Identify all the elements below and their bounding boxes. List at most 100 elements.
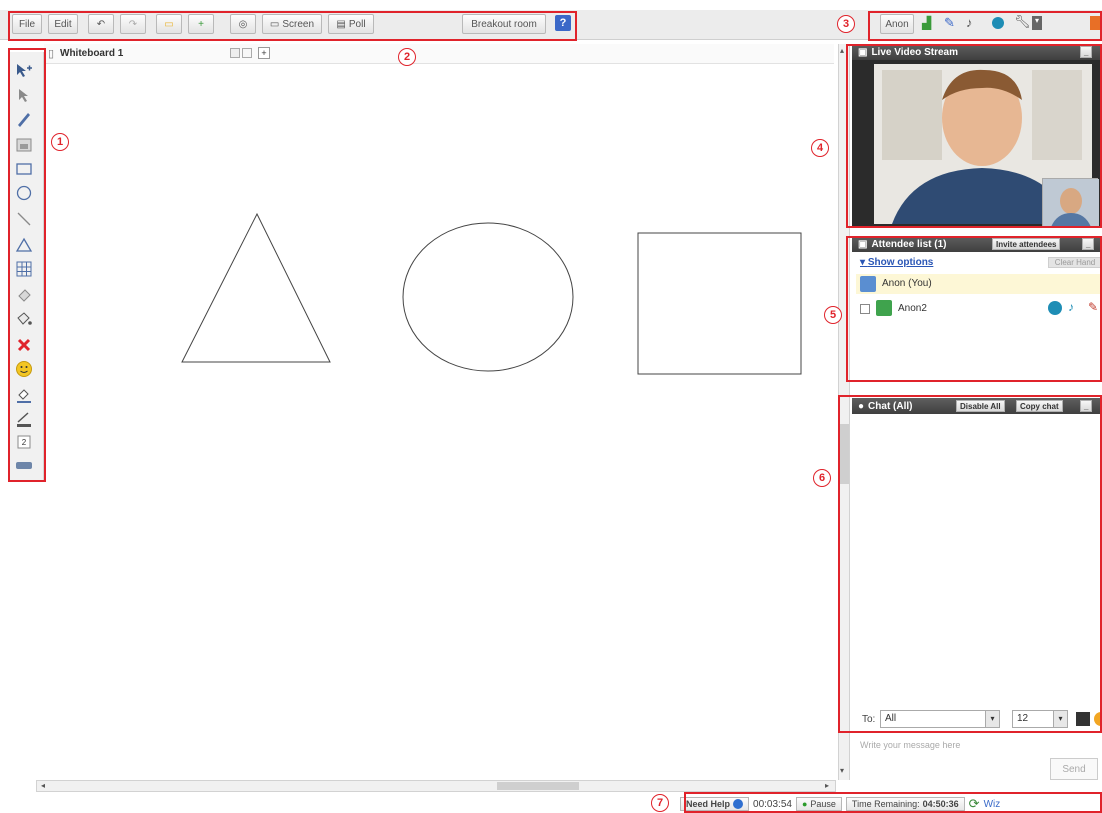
signal-icon[interactable]: ▟ bbox=[922, 16, 931, 30]
chat-icon: ● bbox=[858, 400, 865, 412]
callout-4: 4 bbox=[811, 139, 829, 157]
settings-dropdown-icon[interactable]: ▾ bbox=[1032, 16, 1042, 30]
callout-7: 7 bbox=[651, 794, 669, 812]
status-bar: Need Help 00:03:54 ● Pause Time Remaining… bbox=[680, 795, 1102, 813]
scroll-up-icon[interactable]: ▴ bbox=[840, 46, 844, 55]
attendee-row-other[interactable]: Anon2 ♪ ✎ bbox=[856, 298, 1102, 320]
pause-button[interactable]: ● Pause bbox=[795, 797, 842, 811]
scroll-thumb[interactable] bbox=[497, 782, 579, 790]
edit-menu-button[interactable]: Edit bbox=[48, 14, 78, 34]
minimize-chat-button[interactable]: _ bbox=[1080, 400, 1093, 412]
add-page-icon: + bbox=[198, 18, 204, 30]
scroll-right-icon[interactable]: ▸ bbox=[825, 781, 829, 790]
elapsed-time: 00:03:54 bbox=[753, 798, 792, 810]
fill-color-icon[interactable] bbox=[13, 384, 35, 406]
ellipse-icon[interactable] bbox=[13, 182, 35, 204]
record-button[interactable]: ◎ bbox=[230, 14, 256, 34]
video-panel-title: Live Video Stream bbox=[871, 46, 958, 58]
image-icon[interactable] bbox=[13, 134, 35, 156]
emoticon-picker-icon[interactable] bbox=[1094, 712, 1102, 726]
attendee-webcam-icon[interactable] bbox=[1048, 301, 1062, 315]
callout-6: 6 bbox=[813, 469, 831, 487]
whiteboard-canvas[interactable] bbox=[44, 64, 834, 776]
rectangle-icon[interactable] bbox=[13, 158, 35, 180]
callout-3: 3 bbox=[837, 15, 855, 33]
microphone-icon[interactable]: ♪ bbox=[966, 15, 973, 30]
scroll-down-icon[interactable]: ▾ bbox=[840, 766, 844, 775]
minimize-attendees-button[interactable]: _ bbox=[1082, 238, 1095, 250]
eraser-icon[interactable] bbox=[13, 284, 35, 306]
pointer-move-icon[interactable] bbox=[13, 60, 35, 82]
chat-message-input[interactable]: Write your message here bbox=[852, 734, 1032, 778]
folder-icon: ▭ bbox=[164, 18, 174, 30]
exit-icon[interactable] bbox=[1090, 16, 1102, 30]
text-color-icon[interactable] bbox=[1076, 712, 1090, 726]
chat-message-area[interactable] bbox=[852, 414, 1102, 704]
pen-icon[interactable]: ✎ bbox=[944, 15, 955, 31]
share-screen-button[interactable]: ▭ Screen bbox=[262, 14, 322, 34]
triangle-shape[interactable] bbox=[181, 212, 331, 363]
chat-recipient-dropdown-icon[interactable]: ▾ bbox=[985, 711, 999, 727]
chat-panel-header: ● Chat (All) Disable All Copy chat _ bbox=[852, 398, 1102, 414]
ellipse-shape[interactable] bbox=[402, 222, 574, 372]
screen-icon: ▭ bbox=[269, 18, 280, 30]
video-stream-area[interactable] bbox=[852, 60, 1102, 228]
minimize-video-button[interactable]: _ bbox=[1080, 46, 1093, 58]
copy-chat-button[interactable]: Copy chat bbox=[1016, 400, 1063, 412]
whiteboard-horizontal-scrollbar[interactable]: ◂ ▸ bbox=[36, 780, 836, 792]
minimize-whiteboard-icon[interactable] bbox=[230, 48, 240, 58]
attendee-row-self[interactable]: Anon (You) bbox=[856, 274, 1102, 294]
pause-dot-icon: ● bbox=[801, 799, 808, 809]
open-folder-button[interactable]: ▭ bbox=[156, 14, 182, 34]
triangle-icon[interactable] bbox=[13, 234, 35, 256]
user-name-button[interactable]: Anon bbox=[880, 14, 914, 34]
drawing-tools-palette: 2 bbox=[10, 52, 44, 480]
show-options-link[interactable]: ▾ Show options bbox=[860, 257, 933, 268]
wiz-link[interactable]: Wiz bbox=[984, 799, 1001, 810]
disable-all-button[interactable]: Disable All bbox=[956, 400, 1005, 412]
attendee-microphone-icon[interactable]: ♪ bbox=[1068, 300, 1074, 314]
attendee-pen-icon[interactable]: ✎ bbox=[1088, 300, 1098, 314]
self-avatar-icon bbox=[860, 276, 876, 292]
undo-button[interactable]: ↶ bbox=[88, 14, 114, 34]
collapse-tools-icon[interactable] bbox=[13, 454, 35, 476]
clear-hands-button[interactable]: Clear Hand bbox=[1048, 257, 1102, 268]
attendees-icon: ▣ bbox=[858, 238, 868, 250]
add-page-button[interactable]: + bbox=[188, 14, 214, 34]
webcam-icon[interactable] bbox=[992, 17, 1004, 29]
line-width-icon[interactable]: 2 bbox=[13, 432, 35, 454]
chat-to-label: To: bbox=[862, 714, 876, 725]
chat-font-size-select[interactable]: 12 ▾ bbox=[1012, 710, 1068, 728]
vertical-scroll-thumb[interactable] bbox=[840, 424, 849, 484]
invite-attendees-button[interactable]: Invite attendees bbox=[992, 238, 1061, 250]
right-column-scrollbar[interactable]: ▴ ▾ bbox=[838, 44, 850, 780]
redo-button[interactable]: ↷ bbox=[120, 14, 146, 34]
pencil-icon[interactable] bbox=[13, 108, 35, 130]
need-help-button[interactable]: Need Help bbox=[680, 797, 750, 811]
attendee-checkbox[interactable] bbox=[860, 304, 870, 314]
line-icon[interactable] bbox=[13, 208, 35, 230]
chat-recipient-select[interactable]: All ▾ bbox=[880, 710, 1000, 728]
paint-bucket-icon[interactable] bbox=[13, 308, 35, 330]
callout-1: 1 bbox=[51, 133, 69, 151]
line-color-icon[interactable] bbox=[13, 408, 35, 430]
add-whiteboard-icon[interactable]: + bbox=[258, 47, 270, 59]
maximize-whiteboard-icon[interactable] bbox=[242, 48, 252, 58]
scroll-left-icon[interactable]: ◂ bbox=[41, 781, 45, 790]
help-button[interactable]: ? bbox=[555, 15, 571, 31]
delete-icon[interactable] bbox=[13, 334, 35, 356]
whiteboard-tab-title[interactable]: Whiteboard 1 bbox=[60, 48, 123, 59]
refresh-icon[interactable]: ⟳ bbox=[969, 796, 980, 812]
emoticon-icon[interactable] bbox=[13, 358, 35, 380]
poll-button[interactable]: ▤ Poll bbox=[328, 14, 374, 34]
file-menu-button[interactable]: File bbox=[12, 14, 42, 34]
rectangle-shape[interactable] bbox=[637, 232, 802, 375]
wrench-icon[interactable]: 🔧︎ bbox=[1014, 14, 1031, 30]
video-icon: ▣ bbox=[858, 46, 868, 58]
breakout-room-button[interactable]: Breakout room bbox=[462, 14, 546, 34]
send-button[interactable]: Send bbox=[1050, 758, 1098, 780]
self-view-thumbnail[interactable] bbox=[1042, 178, 1099, 227]
font-size-dropdown-icon[interactable]: ▾ bbox=[1053, 711, 1067, 727]
select-arrow-icon[interactable] bbox=[13, 84, 35, 106]
table-icon[interactable] bbox=[13, 258, 35, 280]
